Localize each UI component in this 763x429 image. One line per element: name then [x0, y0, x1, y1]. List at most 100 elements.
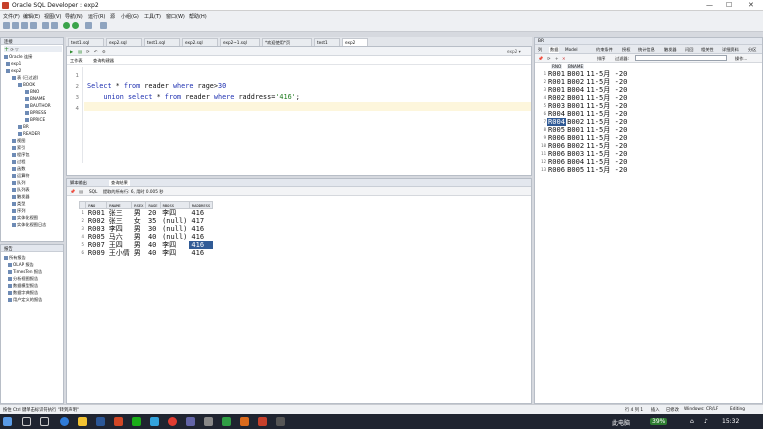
results-grid[interactable]: RNO RNAME RSEX RAGE RBOSS RADDRESS 1 R001… — [78, 201, 214, 257]
table-cell[interactable]: 416 — [189, 241, 213, 249]
tab-exp2-1-sql[interactable]: exp2~1.sql — [220, 38, 260, 46]
report-user-defined[interactable]: 用户定义的报告 — [8, 297, 42, 303]
tab-0[interactable]: 列 — [538, 47, 542, 53]
tab-query-builder[interactable]: 查询构建器 — [93, 58, 114, 64]
save-icon[interactable] — [21, 22, 28, 29]
menu-team[interactable]: 小组(G) — [121, 13, 139, 20]
table-cell[interactable]: (null) — [160, 225, 189, 233]
tab-script-output[interactable]: 脚本输出 — [70, 180, 87, 186]
data-grid[interactable]: 1 R001 B001 11-5月 -20 2 R001 B002 11-5月 -20 3 R00… — [537, 70, 628, 174]
filter-icon[interactable]: ▽ — [15, 47, 18, 52]
table-cell[interactable]: R001 — [86, 209, 107, 218]
pin-icon[interactable]: 📌 — [538, 56, 543, 62]
tab-exp2-active[interactable]: exp2 — [342, 38, 368, 46]
minimize-button[interactable]: — — [706, 1, 713, 9]
redo-icon[interactable] — [51, 22, 58, 29]
tree-item-packages[interactable]: 程序包 — [12, 152, 30, 158]
table-cell[interactable]: 男 — [132, 209, 146, 218]
start-icon[interactable] — [3, 417, 12, 426]
table-cell[interactable]: 男 — [132, 249, 146, 257]
tree-item-bauthor[interactable]: BAUTHOR — [25, 103, 51, 108]
tree-item-reader[interactable]: READER — [18, 131, 40, 136]
tree-item-sequences[interactable]: 序列 — [12, 208, 25, 214]
pin-icon[interactable]: 📌 — [70, 189, 75, 195]
tree-item-bprice[interactable]: BPRICE — [25, 117, 45, 122]
code-line-3[interactable]: Select * from reader where rage>30 — [87, 82, 226, 90]
network-icon[interactable]: ⌂ — [690, 418, 694, 425]
table-cell[interactable]: 416 — [189, 249, 212, 257]
app-icon[interactable] — [276, 417, 285, 426]
table-cell[interactable]: 416 — [189, 225, 212, 233]
table-cell[interactable]: 王小倩 — [107, 249, 132, 257]
tree-item-queue-tables[interactable]: 队列表 — [12, 187, 30, 193]
this-pc-label[interactable]: 此电脑 — [612, 418, 630, 427]
filter-input[interactable] — [635, 55, 727, 61]
qq-icon[interactable] — [150, 417, 159, 426]
table-cell[interactable]: 男 — [132, 241, 146, 249]
code-line-4[interactable]: union select * from reader where raddres… — [87, 93, 299, 101]
table-row[interactable]: 3 R003 李四男 30 (null) 416 — [79, 225, 213, 233]
edge-icon[interactable] — [60, 417, 69, 426]
tab-query-result[interactable]: 查询结果 — [109, 180, 130, 186]
menu-edit[interactable]: 编辑(E) — [23, 13, 40, 20]
tree-item-views[interactable]: 视图 — [12, 138, 25, 144]
table-cell[interactable]: R009 — [86, 249, 107, 257]
menu-tools[interactable]: 工具(T) — [144, 13, 161, 20]
table-cell[interactable]: 40 — [146, 233, 160, 241]
tree-item-br[interactable]: BR — [18, 124, 29, 129]
new-icon[interactable] — [3, 22, 10, 29]
table-cell[interactable]: 11-5月 -20 — [585, 166, 628, 174]
table-cell[interactable]: 416 — [189, 233, 212, 241]
tab-worksheet[interactable]: 工作表 — [70, 58, 83, 64]
tree-item-oracle-connections[interactable]: Oracle 连接 — [4, 54, 32, 60]
netease-music-icon[interactable] — [168, 417, 177, 426]
report-data-dictionary[interactable]: 数据字典报告 — [8, 290, 38, 296]
report-timesten[interactable]: TimesTen 报告 — [8, 269, 42, 275]
column-header[interactable]: RNAME — [106, 201, 133, 209]
debug-icon[interactable] — [85, 22, 92, 29]
table-cell[interactable]: 王四 — [107, 241, 132, 249]
table-cell[interactable]: R002 — [86, 217, 107, 225]
menu-file[interactable]: 文件(F) — [3, 13, 20, 20]
menu-window[interactable]: 窗口(W) — [166, 13, 185, 20]
tree-item-bno[interactable]: BNO — [25, 89, 39, 94]
tree-item-indexes[interactable]: 索引 — [12, 145, 25, 151]
table-cell[interactable]: 30 — [146, 225, 160, 233]
table-cell[interactable]: 男 — [132, 233, 146, 241]
table-cell[interactable]: 416 — [189, 209, 212, 218]
insert-row-icon[interactable]: + — [555, 56, 559, 61]
refresh-icon[interactable]: ⟳ — [10, 47, 14, 52]
table-cell[interactable]: 20 — [146, 209, 160, 218]
report-olap[interactable]: OLAP 报告 — [8, 262, 34, 268]
tree-item-mviews[interactable]: 实体化视图 — [12, 215, 38, 221]
menu-run[interactable]: 运行(R) — [88, 13, 105, 20]
actions-button[interactable]: 操作... — [735, 56, 747, 62]
table-cell[interactable]: B005 — [566, 166, 585, 174]
table-cell[interactable]: (null) — [160, 217, 189, 225]
table-cell[interactable]: 417 — [189, 217, 212, 225]
tree-item-functions[interactable]: 函数 — [12, 166, 25, 172]
app-icon[interactable] — [240, 417, 249, 426]
column-header[interactable]: RNO — [85, 201, 108, 209]
explain-plan-icon[interactable]: ⚙ — [102, 49, 106, 54]
menu-source[interactable]: 源 — [110, 13, 115, 20]
table-cell[interactable]: 张三 — [107, 217, 132, 225]
tab-4[interactable]: 授权 — [622, 47, 630, 53]
column-header[interactable]: RADDRESS — [188, 201, 214, 209]
table-cell[interactable]: R003 — [86, 225, 107, 233]
table-cell[interactable]: 李四 — [160, 249, 189, 257]
column-header[interactable]: RSEX — [131, 201, 147, 209]
delete-row-icon[interactable]: ✕ — [562, 56, 566, 61]
app-icon[interactable] — [204, 417, 213, 426]
tab-test1-sql[interactable]: test1.sql — [68, 38, 104, 46]
word-icon[interactable] — [96, 417, 105, 426]
tab-7[interactable]: 闪回 — [685, 47, 693, 53]
table-cell[interactable]: R005 — [86, 233, 107, 241]
refresh-icon[interactable]: ⟳ — [547, 56, 551, 61]
sql-developer-icon[interactable] — [258, 417, 267, 426]
undo-icon[interactable] — [42, 22, 49, 29]
table-row[interactable]: 2 R002 张三女 35 (null) 417 — [79, 217, 213, 225]
sql-label[interactable]: SQL — [89, 189, 97, 194]
run-icon[interactable] — [63, 22, 70, 29]
maximize-button[interactable]: ☐ — [726, 1, 732, 9]
